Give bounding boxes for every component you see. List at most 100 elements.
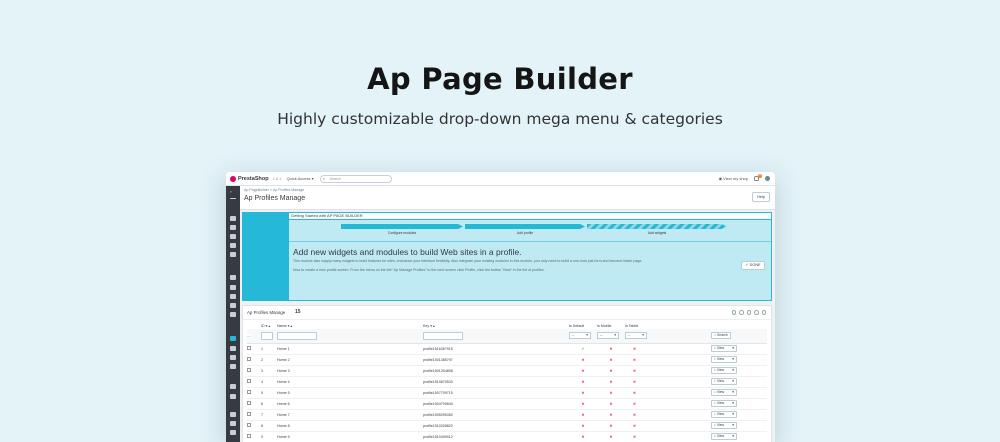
view-button[interactable]: ⌕ View ▾ — [711, 433, 737, 440]
row-checkbox[interactable] — [247, 368, 251, 372]
chevron-down-icon[interactable]: ▾ — [732, 423, 734, 428]
row-checkbox[interactable] — [247, 423, 251, 427]
cross-icon[interactable]: ✖ — [609, 358, 612, 362]
row-checkbox[interactable] — [247, 357, 251, 361]
catalog-icon[interactable] — [230, 225, 236, 230]
table-row[interactable]: 2 Home 2 profile1501385797 ✖ ✖ ✖ ⌕ View ▾ — [247, 354, 767, 366]
cross-icon[interactable]: ✖ — [609, 391, 612, 395]
table-row[interactable]: 6 Home 6 profile1504709840 ✖ ✖ ✖ ⌕ View ▾ — [247, 398, 767, 410]
chevron-down-icon[interactable]: ▾ — [732, 390, 734, 395]
cross-icon[interactable]: ✖ — [581, 358, 584, 362]
step-bar-configure[interactable] — [341, 224, 463, 229]
cross-icon[interactable]: ✖ — [609, 347, 612, 351]
cross-icon[interactable]: ✖ — [581, 380, 584, 384]
search-input[interactable]: ⌕ Search — [319, 174, 392, 183]
cross-icon[interactable]: ✖ — [633, 347, 636, 351]
cross-icon[interactable]: ✖ — [609, 413, 612, 417]
step-bar-widgets[interactable] — [587, 224, 727, 229]
edit-icon[interactable] — [230, 346, 236, 351]
view-shop-link[interactable]: ◉ View my shop — [719, 176, 748, 181]
filter-mobile-select[interactable]: -- ▾ — [597, 332, 619, 340]
filter-tablet-select[interactable]: -- ▾ — [625, 332, 647, 340]
view-button[interactable]: ⌕ View ▾ — [711, 367, 737, 374]
localization-icon[interactable] — [230, 312, 236, 317]
check-icon[interactable]: ✔ — [581, 347, 584, 351]
column-header-is-mobile[interactable]: Is Mobile — [597, 322, 625, 329]
quick-access-menu[interactable]: Quick Access ▾ — [286, 176, 313, 181]
monitor-icon[interactable] — [230, 421, 236, 426]
view-button[interactable]: ⌕ View ▾ — [711, 422, 737, 429]
column-header-id[interactable]: ID ▾ ▴ — [261, 322, 277, 329]
dashboard-icon[interactable] — [230, 198, 236, 199]
chevron-down-icon[interactable]: ▾ — [732, 401, 734, 406]
column-header-name[interactable]: Name ▾ ▴ — [277, 322, 423, 329]
cross-icon[interactable]: ✖ — [633, 391, 636, 395]
cross-icon[interactable]: ✖ — [633, 380, 636, 384]
cross-icon[interactable]: ✖ — [633, 413, 636, 417]
view-button[interactable]: ⌕ View ▾ — [711, 400, 737, 407]
cross-icon[interactable]: ✖ — [609, 402, 612, 406]
cross-icon[interactable]: ✖ — [581, 391, 584, 395]
chevron-down-icon[interactable]: ▾ — [732, 379, 734, 384]
column-header-is-tablet[interactable]: Is Tablet — [625, 322, 711, 329]
cross-icon[interactable]: ✖ — [609, 369, 612, 373]
table-row[interactable]: 9 Home 9 profile1510409012 ✖ ✖ ✖ ⌕ View ▾ — [247, 431, 767, 442]
row-checkbox[interactable] — [247, 434, 251, 438]
filter-name-input[interactable] — [277, 331, 317, 340]
blog-icon[interactable] — [230, 364, 236, 369]
breadcrumb[interactable]: Ap PageBuilder > Ap Profiles Manage — [244, 188, 304, 192]
cross-icon[interactable]: ✖ — [633, 435, 636, 439]
row-checkbox[interactable] — [247, 401, 251, 405]
avatar[interactable] — [765, 176, 770, 181]
cross-icon[interactable]: ✖ — [633, 402, 636, 406]
cross-icon[interactable]: ✖ — [581, 435, 584, 439]
step-bar-profile[interactable] — [465, 224, 585, 229]
cross-icon[interactable]: ✖ — [581, 369, 584, 373]
view-button[interactable]: ⌕ View ▾ — [711, 356, 737, 363]
cross-icon[interactable]: ✖ — [609, 380, 612, 384]
select-all-checkbox[interactable]: — — [247, 333, 251, 338]
cross-icon[interactable]: ✖ — [633, 369, 636, 373]
view-button[interactable]: ⌕ View ▾ — [711, 345, 737, 352]
table-row[interactable]: 3 Home 3 profile1501204808 ✖ ✖ ✖ ⌕ View ▾ — [247, 365, 767, 377]
cross-icon[interactable]: ✖ — [609, 435, 612, 439]
table-row[interactable]: 5 Home 5 profile1507709715 ✖ ✖ ✖ ⌕ View ▾ — [247, 387, 767, 399]
cross-icon[interactable]: ✖ — [609, 424, 612, 428]
payment-icon[interactable] — [230, 303, 236, 308]
apbuilder-icon[interactable] — [230, 336, 236, 341]
add-icon[interactable] — [731, 310, 736, 315]
table-row[interactable]: 8 Home 8 profile1510328820 ✖ ✖ ✖ ⌕ View ▾ — [247, 420, 767, 432]
chevron-down-icon[interactable]: ▾ — [732, 434, 734, 439]
prestashop-logo[interactable]: PrestaShop — [230, 175, 269, 182]
shipping-icon[interactable] — [230, 294, 236, 299]
settings-icon[interactable] — [230, 384, 236, 389]
view-button[interactable]: ⌕ View ▾ — [711, 411, 737, 418]
export-icon[interactable] — [739, 310, 744, 315]
star-icon[interactable] — [230, 355, 236, 360]
cross-icon[interactable]: ✖ — [581, 402, 584, 406]
column-header-is-default[interactable]: Is Default — [569, 322, 597, 329]
tools-icon[interactable] — [230, 394, 236, 399]
filter-default-select[interactable]: -- ▾ — [569, 332, 591, 340]
sidebar-toggle[interactable]: « — [230, 189, 232, 194]
chevron-down-icon[interactable]: ▾ — [732, 412, 734, 417]
chevron-down-icon[interactable]: ▾ — [732, 357, 734, 362]
table-row[interactable]: 7 Home 7 profile1505095350 ✖ ✖ ✖ ⌕ View ▾ — [247, 409, 767, 421]
image-icon[interactable] — [230, 430, 236, 435]
notification-icon[interactable]: 1 — [754, 174, 762, 181]
table-row[interactable]: 4 Home 4 profile1519870533 ✖ ✖ ✖ ⌕ View ▾ — [247, 376, 767, 388]
chevron-down-icon[interactable]: ▾ — [732, 368, 734, 373]
table-row[interactable]: 1 Home 1 profile1516367915 ✔ ✖ ✖ ⌕ View ▾ — [247, 343, 767, 355]
row-checkbox[interactable] — [247, 379, 251, 383]
design-icon[interactable] — [230, 285, 236, 290]
filter-id-input[interactable] — [261, 331, 273, 340]
chevron-down-icon[interactable]: ▾ — [732, 346, 734, 351]
cross-icon[interactable]: ✖ — [581, 413, 584, 417]
view-button[interactable]: ⌕ View ▾ — [711, 389, 737, 396]
refresh-icon[interactable] — [746, 310, 751, 315]
messages-icon[interactable] — [230, 243, 236, 248]
sql-icon[interactable] — [754, 310, 759, 315]
shop-icon[interactable] — [230, 412, 236, 417]
view-button[interactable]: ⌕ View ▾ — [711, 378, 737, 385]
stats-icon[interactable] — [230, 252, 236, 257]
